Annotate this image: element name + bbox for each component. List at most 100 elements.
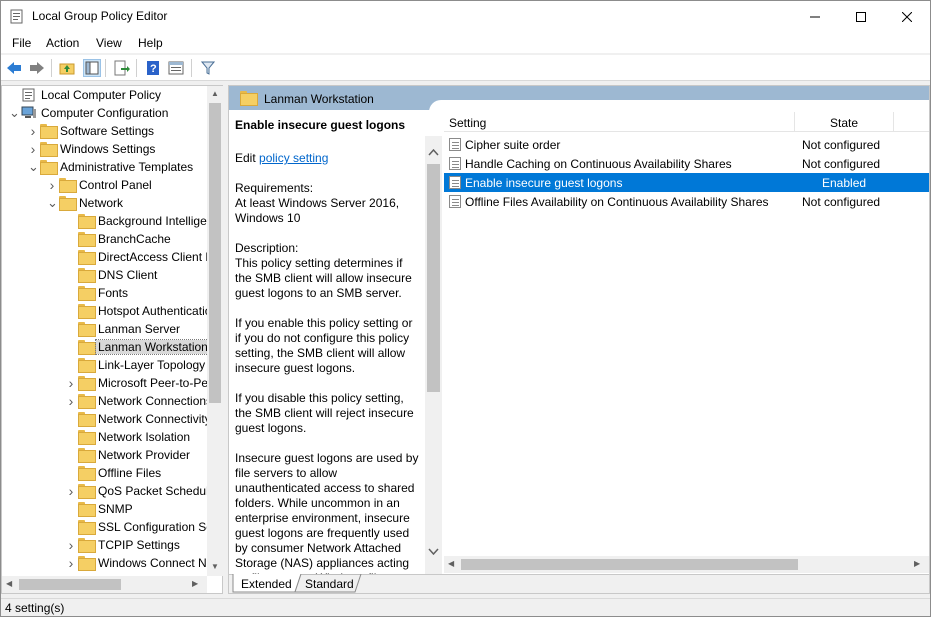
setting-row[interactable]: Offline Files Availability on Continuous…: [444, 192, 929, 211]
tree-item[interactable]: ⌄ Network: [2, 194, 207, 212]
menu-view[interactable]: View: [96, 36, 122, 50]
tab-extended[interactable]: Extended: [241, 575, 292, 593]
tree-item[interactable]: ⌄ Administrative Templates: [2, 158, 207, 176]
setting-name: Offline Files Availability on Continuous…: [465, 195, 769, 209]
tree-item[interactable]: SSL Configuration Settings: [2, 518, 207, 536]
setting-row[interactable]: Handle Caching on Continuous Availabilit…: [444, 154, 929, 173]
tree-item[interactable]: SNMP: [2, 500, 207, 518]
list-hscroll-thumb[interactable]: [461, 559, 798, 570]
help-button[interactable]: ?: [144, 59, 162, 77]
forward-button[interactable]: [28, 59, 46, 77]
filter-button[interactable]: [199, 59, 217, 77]
setting-state: Not configured: [802, 157, 881, 171]
properties-button[interactable]: [167, 59, 185, 77]
tree-item[interactable]: DNS Client: [2, 266, 207, 284]
menu-file[interactable]: File: [12, 36, 31, 50]
chevron-down-icon[interactable]: [428, 548, 439, 555]
filter-icon: [201, 61, 215, 75]
tree-item[interactable]: Link-Layer Topology Discovery: [2, 356, 207, 374]
tree-item-label: Network Connections: [98, 394, 207, 408]
close-button[interactable]: [884, 1, 930, 32]
setting-row[interactable]: Cipher suite order Not configured: [444, 135, 929, 154]
export-list-button[interactable]: [113, 59, 131, 77]
chevron-right-icon[interactable]: ›: [66, 556, 76, 570]
tree-scroll-thumb[interactable]: [209, 103, 221, 403]
tree-hscroll-thumb[interactable]: [19, 579, 121, 590]
tree-item[interactable]: › Microsoft Peer-to-Peer Networking Servi…: [2, 374, 207, 392]
tree-item[interactable]: Offline Files: [2, 464, 207, 482]
tree-item-label: Windows Connect Now: [98, 556, 207, 570]
chevron-right-icon[interactable]: ›: [66, 376, 76, 390]
forward-arrow-icon: [30, 62, 44, 74]
setting-row[interactable]: Enable insecure guest logons Enabled: [444, 173, 929, 192]
tree-item-label: Hotspot Authentication: [98, 304, 207, 318]
tree-vertical-scrollbar[interactable]: ▲ ▼: [207, 86, 223, 576]
tree-item[interactable]: ⌄ Computer Configuration: [2, 104, 207, 122]
scroll-left-icon[interactable]: ◀: [6, 579, 12, 588]
policy-setting-link[interactable]: policy setting: [259, 151, 328, 165]
chevron-right-icon[interactable]: ›: [66, 394, 76, 408]
tree-horizontal-scrollbar[interactable]: ◀ ▶: [2, 576, 207, 593]
show-hide-tree-button[interactable]: [83, 59, 101, 77]
tree-item[interactable]: › TCPIP Settings: [2, 536, 207, 554]
scroll-right-icon[interactable]: ▶: [192, 579, 198, 588]
chevron-up-icon[interactable]: [428, 149, 439, 156]
folder-icon: [78, 340, 96, 355]
folder-icon: [78, 232, 96, 247]
tree-item-label: Lanman Server: [98, 322, 181, 336]
tree-item[interactable]: › Software Settings: [2, 122, 207, 140]
scroll-right-icon[interactable]: ▶: [914, 559, 920, 568]
tree-item[interactable]: › Windows Settings: [2, 140, 207, 158]
tree-item[interactable]: BranchCache: [2, 230, 207, 248]
tree-item[interactable]: Local Computer Policy: [2, 86, 207, 104]
tree-item[interactable]: › Control Panel: [2, 176, 207, 194]
back-button[interactable]: [5, 59, 23, 77]
folder-icon: [78, 538, 96, 553]
up-one-level-button[interactable]: [58, 59, 76, 77]
tab-standard[interactable]: Standard: [305, 575, 354, 593]
tree-item[interactable]: Network Connectivity Status Indicator: [2, 410, 207, 428]
tree-item[interactable]: Lanman Server: [2, 320, 207, 338]
minimize-icon: [810, 16, 820, 17]
chevron-right-icon[interactable]: ›: [66, 484, 76, 498]
description-text-2: If you enable this policy setting or if …: [235, 316, 413, 375]
chevron-right-icon[interactable]: ›: [47, 178, 57, 192]
folder-header-title: Lanman Workstation: [264, 92, 374, 106]
tree-item[interactable]: Background Intelligent Transfer Service …: [2, 212, 207, 230]
column-state[interactable]: State: [794, 112, 894, 132]
chevron-right-icon[interactable]: ›: [66, 538, 76, 552]
menu-help[interactable]: Help: [138, 36, 163, 50]
folder-icon: [78, 412, 96, 427]
tree-item[interactable]: Fonts: [2, 284, 207, 302]
setting-icon: [449, 157, 461, 170]
tree-item-label: Network Provider: [98, 448, 191, 462]
tree-item[interactable]: › Windows Connect Now: [2, 554, 207, 572]
column-setting[interactable]: Setting: [449, 116, 486, 130]
help-icon: ?: [147, 61, 159, 75]
menu-action[interactable]: Action: [46, 36, 79, 50]
tree-item[interactable]: Network Isolation: [2, 428, 207, 446]
folder-icon: [78, 214, 96, 229]
chevron-right-icon[interactable]: ›: [28, 142, 38, 156]
chevron-down-icon[interactable]: ⌄: [28, 160, 39, 173]
tree-item[interactable]: Hotspot Authentication: [2, 302, 207, 320]
edit-prefix: Edit: [235, 151, 260, 165]
tree-item-label: Network: [79, 196, 124, 210]
description-scroll-thumb[interactable]: [427, 164, 440, 392]
scroll-up-icon[interactable]: ▲: [211, 89, 219, 98]
maximize-button[interactable]: [838, 1, 884, 32]
minimize-button[interactable]: [792, 1, 838, 32]
tree-item[interactable]: › QoS Packet Scheduler: [2, 482, 207, 500]
tree-item[interactable]: Network Provider: [2, 446, 207, 464]
scroll-down-icon[interactable]: ▼: [211, 562, 219, 571]
scroll-left-icon[interactable]: ◀: [448, 559, 454, 568]
chevron-down-icon[interactable]: ⌄: [47, 196, 58, 209]
tree-item[interactable]: DirectAccess Client Experience Settings: [2, 248, 207, 266]
tree-item[interactable]: › Network Connections: [2, 392, 207, 410]
list-horizontal-scrollbar[interactable]: ◀ ▶: [444, 556, 929, 573]
chevron-down-icon[interactable]: ⌄: [9, 106, 20, 119]
folder-icon: [40, 160, 58, 175]
tree-item[interactable]: Lanman Workstation: [2, 338, 207, 356]
description-scrollbar[interactable]: [425, 136, 442, 576]
chevron-right-icon[interactable]: ›: [28, 124, 38, 138]
